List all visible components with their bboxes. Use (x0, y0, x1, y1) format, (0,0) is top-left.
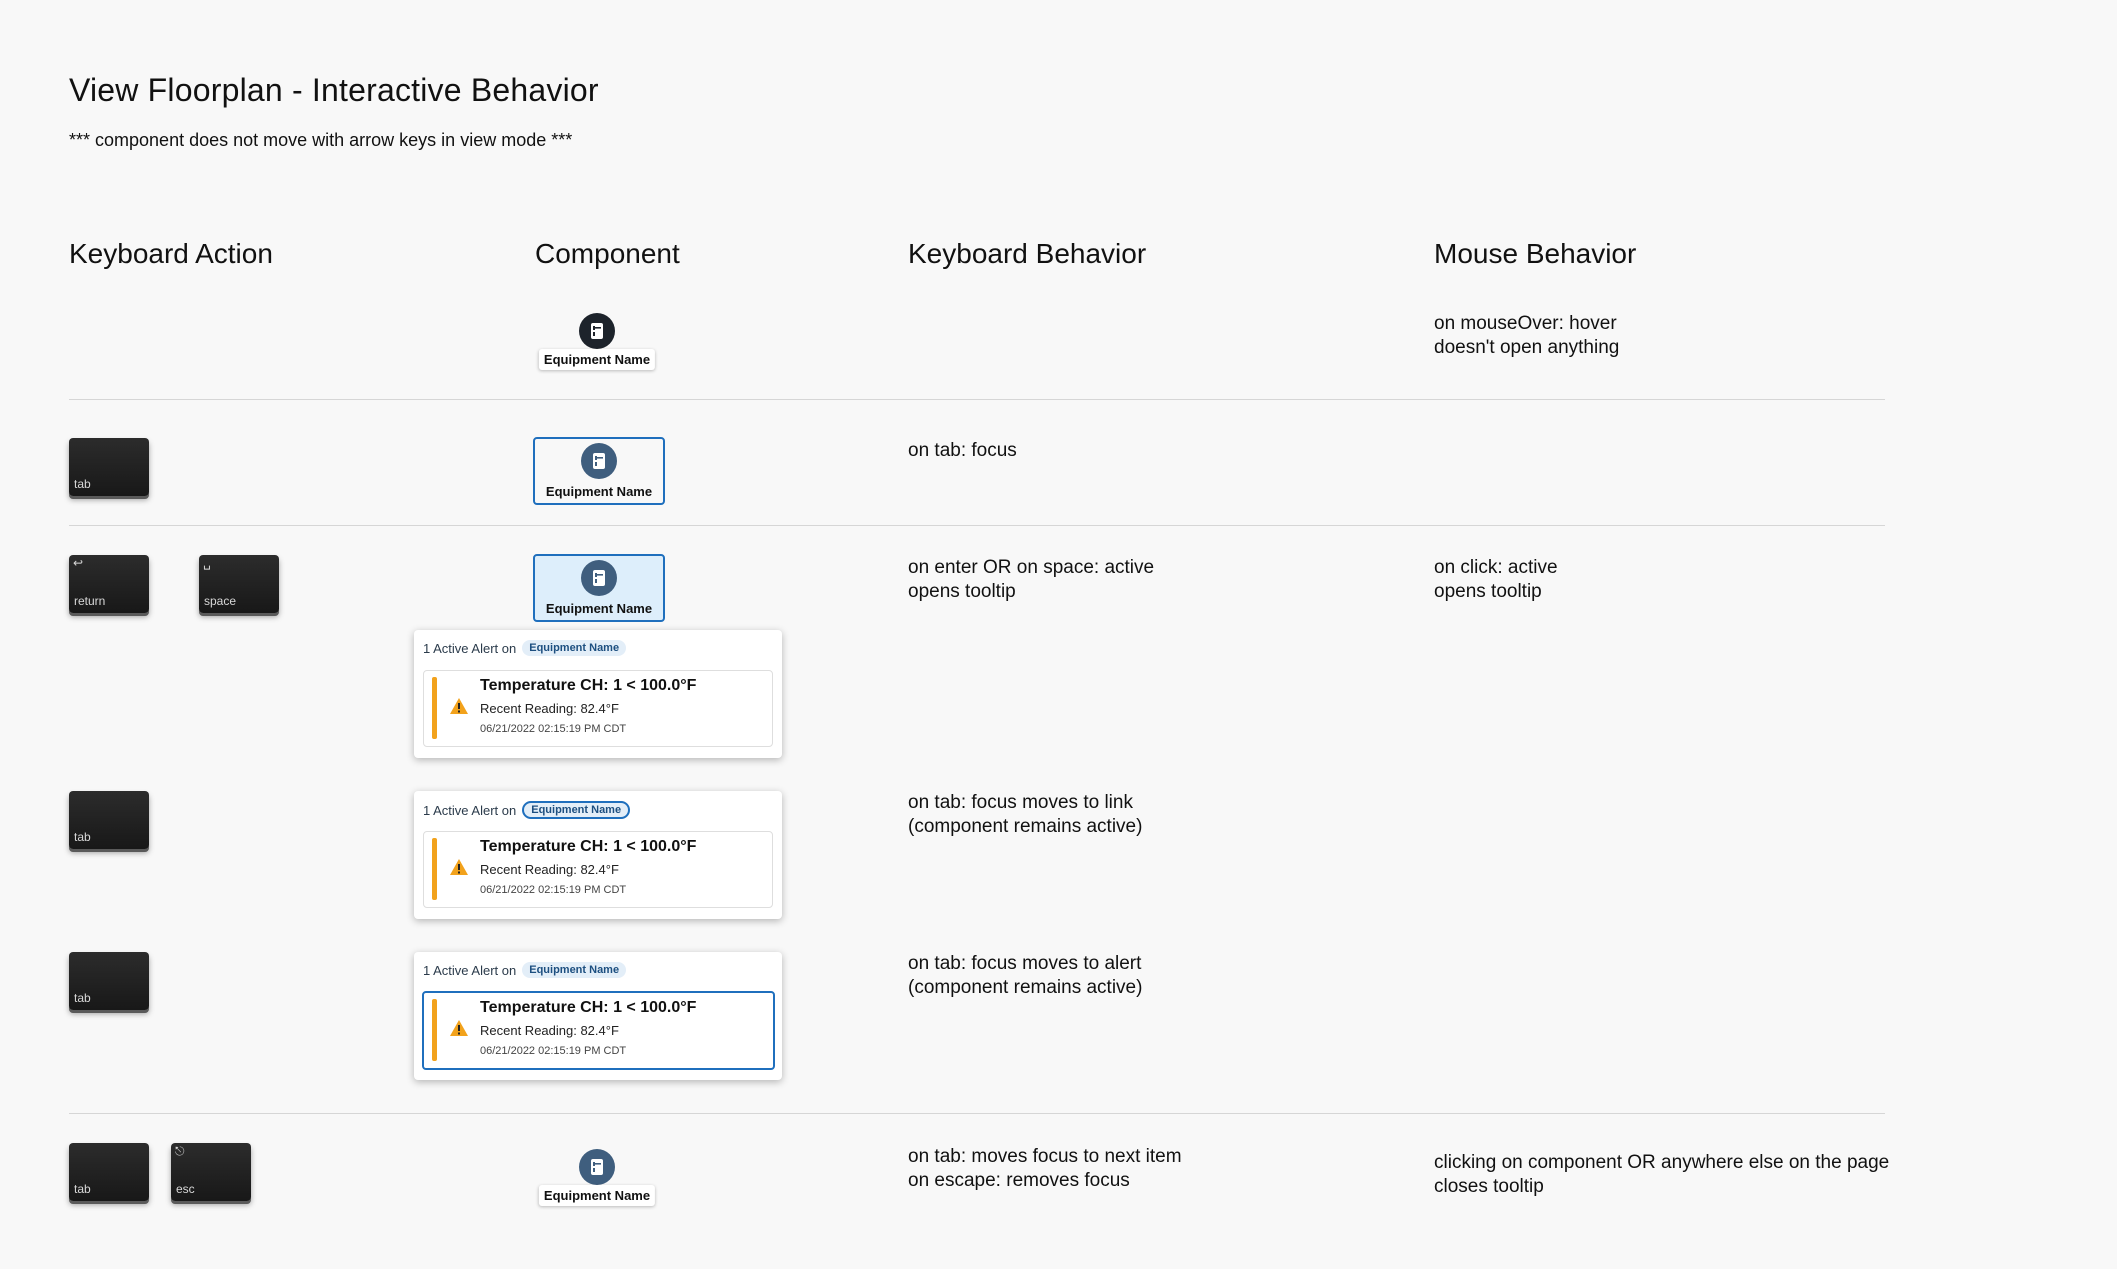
keyboard-behavior-alert-focus: on tab: focus moves to alert (component … (908, 953, 1143, 998)
column-header-component: Component (535, 238, 680, 269)
column-header-keyboard-behavior: Keyboard Behavior (908, 238, 1147, 269)
equipment-icon (581, 443, 617, 479)
severity-bar (432, 999, 437, 1061)
equipment-icon (579, 313, 615, 349)
alert-title: Temperature CH: 1 < 100.0°F (480, 838, 697, 855)
alert-timestamp: 06/21/2022 02:15:19 PM CDT (480, 1045, 627, 1057)
alert-card[interactable]: Temperature CH: 1 < 100.0°F Recent Readi… (422, 991, 775, 1070)
column-header-mouse-behavior: Mouse Behavior (1434, 238, 1637, 269)
equipment-link[interactable]: Equipment Name (522, 640, 627, 656)
tooltip-header: 1 Active Alert on Equipment Name (423, 640, 627, 656)
equipment-link[interactable]: Equipment Name (522, 801, 631, 819)
keyboard-behavior-focus: on tab: focus (908, 440, 1017, 461)
warning-icon (450, 698, 468, 714)
equipment-name-label: Equipment Name (545, 484, 653, 499)
keyboard-behavior-active: on enter OR on space: active opens toolt… (908, 557, 1155, 602)
equipment-name-label: Equipment Name (545, 601, 653, 616)
alert-title: Temperature CH: 1 < 100.0°F (480, 999, 697, 1016)
alert-reading: Recent Reading: 82.4°F (480, 1023, 619, 1038)
equipment-icon (581, 560, 617, 596)
alert-card[interactable]: Temperature CH: 1 < 100.0°F Recent Readi… (423, 670, 773, 747)
esc-key: ⎋ esc (171, 1143, 251, 1201)
keyboard-behavior-close: on tab: moves focus to next item on esca… (908, 1146, 1182, 1191)
alert-reading: Recent Reading: 82.4°F (480, 701, 619, 716)
mouse-behavior-close: clicking on component OR anywhere else o… (1434, 1152, 1890, 1197)
equipment-marker-default[interactable]: Equipment Name (531, 1141, 663, 1213)
severity-bar (432, 677, 437, 739)
tooltip-header: 1 Active Alert on Equipment Name (423, 801, 631, 819)
alert-timestamp: 06/21/2022 02:15:19 PM CDT (480, 884, 627, 896)
keyboard-behavior-link-focus: on tab: focus moves to link (component r… (908, 792, 1143, 837)
alert-tooltip-link-focused: 1 Active Alert on Equipment Name Tempera… (414, 791, 782, 919)
equipment-name-label: Equipment Name (538, 1185, 656, 1206)
column-header-keyboard-action: Keyboard Action (69, 238, 273, 269)
mouse-behavior-active: on click: active opens tooltip (1434, 557, 1558, 602)
equipment-link[interactable]: Equipment Name (522, 962, 627, 978)
page-subtitle: *** component does not move with arrow k… (69, 130, 573, 150)
equipment-marker-focused[interactable]: Equipment Name (533, 437, 665, 505)
alert-title: Temperature CH: 1 < 100.0°F (480, 677, 697, 694)
equipment-marker-active[interactable]: Equipment Name (533, 554, 665, 622)
alert-card[interactable]: Temperature CH: 1 < 100.0°F Recent Readi… (423, 831, 773, 908)
tab-key: tab (69, 952, 149, 1010)
equipment-name-label: Equipment Name (538, 349, 656, 370)
row-divider (69, 399, 1885, 400)
alert-reading: Recent Reading: 82.4°F (480, 862, 619, 877)
tab-key: tab (69, 791, 149, 849)
row-divider (69, 525, 1885, 526)
page-title: View Floorplan - Interactive Behavior (69, 72, 599, 108)
alert-tooltip: 1 Active Alert on Equipment Name Tempera… (414, 630, 782, 758)
alert-timestamp: 06/21/2022 02:15:19 PM CDT (480, 723, 627, 735)
equipment-icon (579, 1149, 615, 1185)
tooltip-header: 1 Active Alert on Equipment Name (423, 962, 627, 978)
space-key: ␣ space (199, 555, 279, 613)
alert-tooltip-alert-focused: 1 Active Alert on Equipment Name Tempera… (414, 952, 782, 1080)
mouse-behavior-hover: on mouseOver: hover doesn't open anythin… (1434, 313, 1620, 358)
row-divider (69, 1113, 1885, 1114)
warning-icon (450, 1020, 468, 1036)
warning-icon (450, 859, 468, 875)
severity-bar (432, 838, 437, 900)
tab-key: tab (69, 1143, 149, 1201)
tab-key: tab (69, 438, 149, 496)
equipment-marker-default[interactable]: Equipment Name (531, 305, 663, 377)
return-key: ↩ return (69, 555, 149, 613)
